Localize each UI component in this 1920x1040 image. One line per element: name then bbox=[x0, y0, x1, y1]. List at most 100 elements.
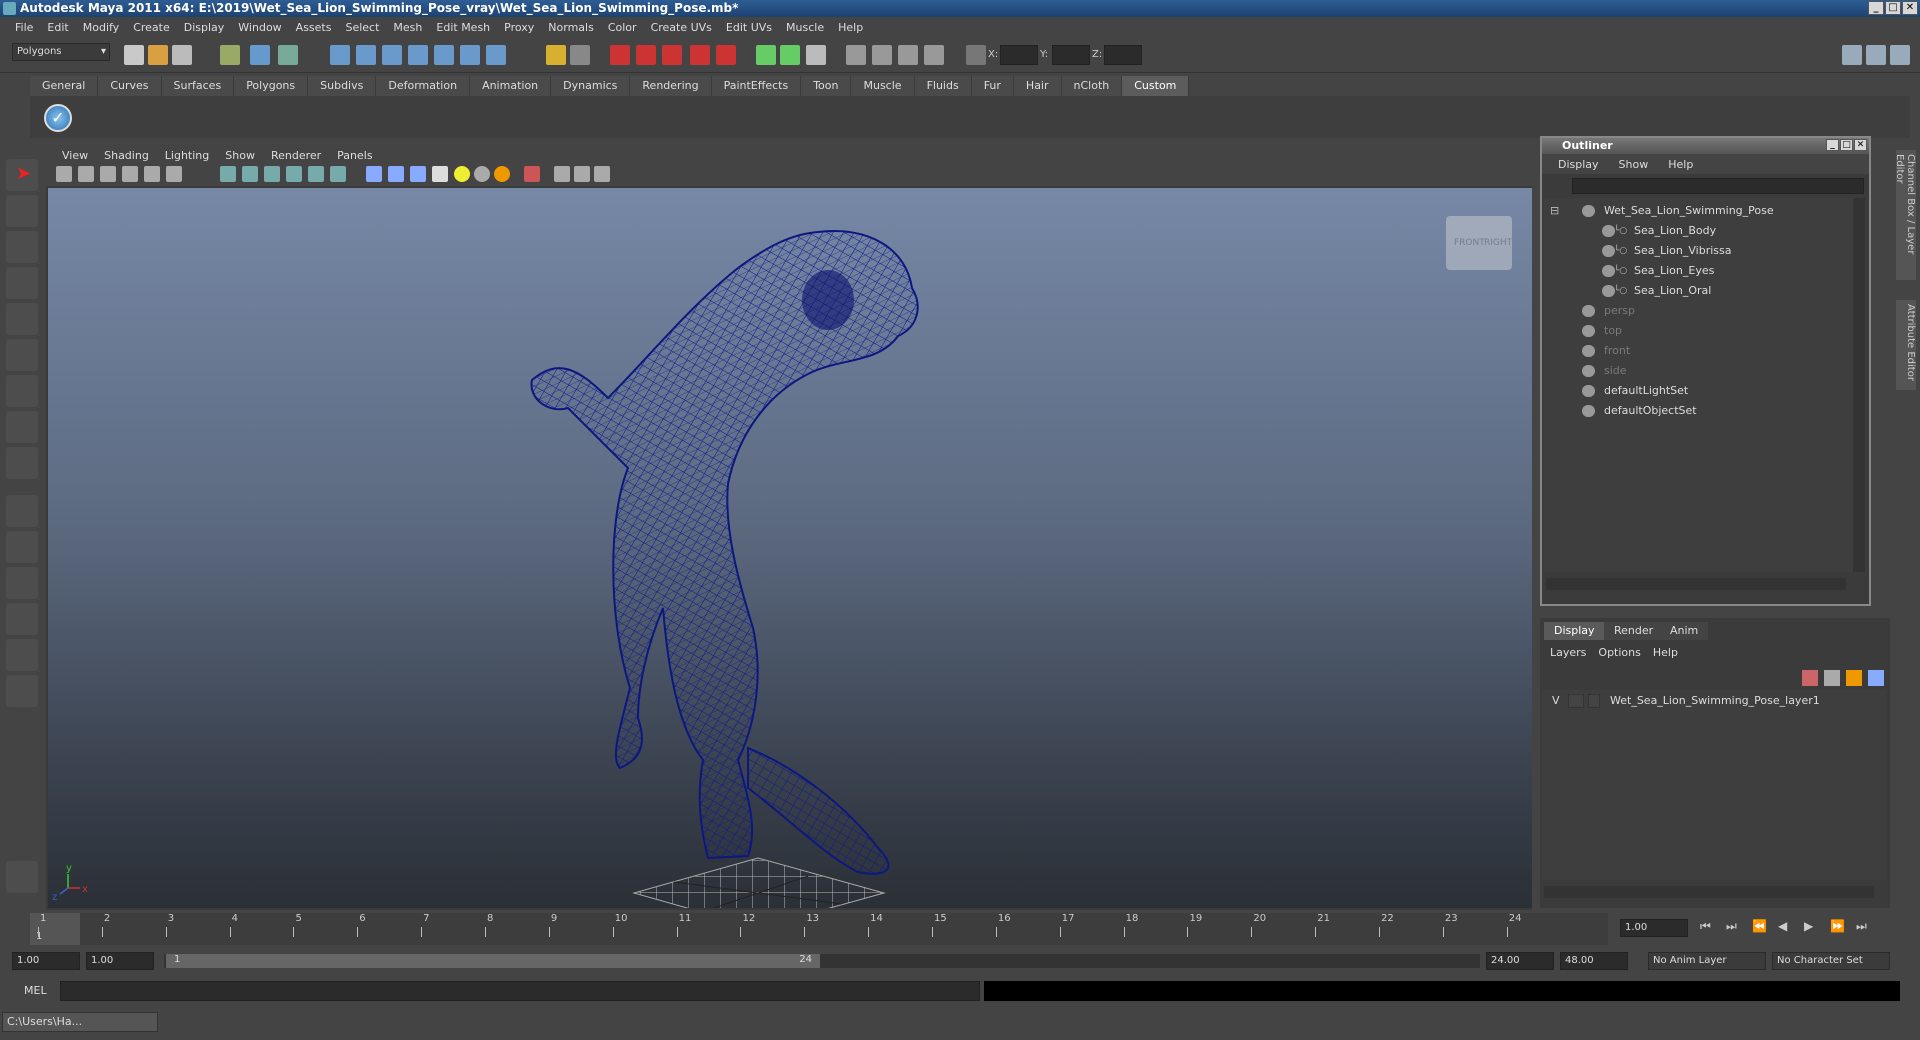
default-lighting-icon[interactable] bbox=[330, 166, 346, 182]
viewport-scene[interactable]: y x z FRONT RIGHT bbox=[48, 188, 1532, 908]
channel-box-side-tab[interactable]: Channel Box / Layer Editor bbox=[1894, 150, 1916, 280]
shelf-tab-painteffects[interactable]: PaintEffects bbox=[711, 76, 802, 96]
expand-toggle-icon[interactable]: ⊟ bbox=[1550, 202, 1559, 220]
outliner-item[interactable]: defaultLightSet bbox=[1544, 382, 1844, 400]
layer-tab-display[interactable]: Display bbox=[1544, 622, 1605, 640]
smooth-shading-icon[interactable] bbox=[242, 166, 258, 182]
go-to-start-icon[interactable]: ⏮ bbox=[1700, 919, 1720, 934]
outliner-item[interactable]: └○ Sea_Lion_Eyes bbox=[1544, 262, 1844, 280]
new-layer-icon[interactable] bbox=[1802, 670, 1818, 686]
playback-start-field[interactable]: 1.00 bbox=[86, 952, 154, 970]
menu-set-dropdown[interactable]: Polygons ▾ bbox=[12, 43, 110, 61]
outliner-item[interactable]: ⊟ Wet_Sea_Lion_Swimming_Pose bbox=[1544, 202, 1844, 220]
layer-sort-icon[interactable] bbox=[1868, 670, 1884, 686]
layer-menu-layers[interactable]: Layers bbox=[1544, 644, 1592, 662]
menu-muscle[interactable]: Muscle bbox=[779, 21, 831, 34]
snap-curve-icon[interactable] bbox=[356, 45, 376, 65]
shelf-tab-toon[interactable]: Toon bbox=[801, 76, 852, 96]
x-field[interactable] bbox=[1000, 45, 1038, 65]
menu-edit[interactable]: Edit bbox=[40, 21, 75, 34]
menu-mesh[interactable]: Mesh bbox=[386, 21, 429, 34]
z-field[interactable] bbox=[1104, 45, 1142, 65]
shelf-tab-fluids[interactable]: Fluids bbox=[914, 76, 972, 96]
step-back-frame-icon[interactable]: ⏪ bbox=[1752, 919, 1772, 934]
bookmark-icon[interactable] bbox=[100, 166, 116, 182]
layer-row[interactable]: V Wet_Sea_Lion_Swimming_Pose_layer1 bbox=[1542, 692, 1882, 710]
single-pane-layout-icon[interactable] bbox=[6, 495, 38, 527]
render-view-icon[interactable] bbox=[716, 45, 736, 65]
rotate-tool-icon[interactable] bbox=[6, 303, 38, 335]
range-handle[interactable]: 1 24 bbox=[166, 954, 820, 968]
select-component-icon[interactable] bbox=[278, 45, 298, 65]
save-scene-icon[interactable] bbox=[172, 45, 192, 65]
film-gate-icon[interactable] bbox=[166, 166, 182, 182]
go-to-end-icon[interactable]: ⏭ bbox=[1856, 919, 1876, 934]
hypershade-icon[interactable] bbox=[690, 45, 710, 65]
move-transform-icon[interactable] bbox=[966, 45, 986, 65]
menu-edit-mesh[interactable]: Edit Mesh bbox=[429, 21, 497, 34]
camera-attr-icon[interactable] bbox=[78, 166, 94, 182]
input-line-icon[interactable] bbox=[756, 45, 776, 65]
mel-label[interactable]: MEL bbox=[24, 984, 47, 997]
outliner-layout-icon[interactable] bbox=[6, 567, 38, 599]
viewport-menu-show[interactable]: Show bbox=[217, 149, 263, 162]
new-scene-icon[interactable] bbox=[124, 45, 144, 65]
animation-start-field[interactable]: 1.00 bbox=[12, 952, 80, 970]
step-back-key-icon[interactable]: ⏭ bbox=[1726, 919, 1746, 934]
shelf-tab-muscle[interactable]: Muscle bbox=[851, 76, 915, 96]
shelf-tab-deformation[interactable]: Deformation bbox=[376, 76, 471, 96]
persp-graph-layout-icon[interactable] bbox=[6, 675, 38, 707]
make-live-icon[interactable] bbox=[434, 45, 454, 65]
view-cube[interactable]: FRONT RIGHT bbox=[1446, 216, 1512, 270]
outliner-minimize-button[interactable]: _ bbox=[1826, 139, 1839, 151]
layer-tab-render[interactable]: Render bbox=[1604, 622, 1664, 640]
outliner-menu-help[interactable]: Help bbox=[1658, 158, 1703, 171]
menu-select[interactable]: Select bbox=[338, 21, 386, 34]
last-tool-icon[interactable] bbox=[6, 447, 38, 479]
ipr-render-icon[interactable] bbox=[636, 45, 656, 65]
menu-create-uvs[interactable]: Create UVs bbox=[644, 21, 719, 34]
hud-icon[interactable] bbox=[524, 166, 540, 182]
menu-edit-uvs[interactable]: Edit UVs bbox=[719, 21, 779, 34]
viewport-menu-view[interactable]: View bbox=[54, 149, 96, 162]
shelf-tab-curves[interactable]: Curves bbox=[98, 76, 162, 96]
shelf-tab-subdivs[interactable]: Subdivs bbox=[308, 76, 377, 96]
outliner-item[interactable]: defaultObjectSet bbox=[1544, 402, 1844, 420]
toggle-layout-icon[interactable] bbox=[1842, 45, 1862, 65]
lock-icon[interactable] bbox=[546, 45, 566, 65]
open-scene-icon[interactable] bbox=[148, 45, 168, 65]
new-layer-selected-icon[interactable] bbox=[1824, 670, 1840, 686]
viewport-menu-renderer[interactable]: Renderer bbox=[263, 149, 329, 162]
layer-playback-toggle[interactable] bbox=[1568, 694, 1584, 708]
four-pane-layout-icon[interactable] bbox=[6, 531, 38, 563]
shelf-tab-ncloth[interactable]: nCloth bbox=[1061, 76, 1123, 96]
menu-display[interactable]: Display bbox=[177, 21, 232, 34]
command-input[interactable] bbox=[60, 981, 980, 1001]
soft-mod-tool-icon[interactable] bbox=[6, 411, 38, 443]
image-plane-icon[interactable] bbox=[122, 166, 138, 182]
select-hierarchy-icon[interactable] bbox=[220, 45, 240, 65]
outliner-item[interactable]: └○ Sea_Lion_Oral bbox=[1544, 282, 1844, 300]
shelf-tab-general[interactable]: General bbox=[30, 76, 99, 96]
shelf-tab-fur[interactable]: Fur bbox=[971, 76, 1014, 96]
play-backward-icon[interactable]: ◀ bbox=[1778, 919, 1798, 934]
shelf-tab-rendering[interactable]: Rendering bbox=[630, 76, 712, 96]
outliner-item[interactable]: └○ Sea_Lion_Vibrissa bbox=[1544, 242, 1844, 260]
render-settings-icon[interactable] bbox=[662, 45, 682, 65]
render-icon[interactable] bbox=[610, 45, 630, 65]
anim-layer-dropdown[interactable]: No Anim Layer bbox=[1648, 952, 1766, 970]
help-icon[interactable] bbox=[486, 45, 506, 65]
safe-action-icon[interactable] bbox=[574, 166, 590, 182]
shelf-tab-surfaces[interactable]: Surfaces bbox=[161, 76, 235, 96]
shadow-sphere-icon[interactable] bbox=[474, 166, 490, 182]
menu-color[interactable]: Color bbox=[601, 21, 644, 34]
step-forward-frame-icon[interactable]: ⏩ bbox=[1830, 919, 1850, 934]
close-button[interactable]: ✕ bbox=[1902, 1, 1918, 15]
move-tool-icon[interactable] bbox=[6, 267, 38, 299]
playback-end-field[interactable]: 24.00 bbox=[1486, 952, 1554, 970]
outliner-search-field[interactable] bbox=[1572, 178, 1864, 194]
menu-normals[interactable]: Normals bbox=[541, 21, 601, 34]
history-icon[interactable] bbox=[460, 45, 480, 65]
selection-mask-icon[interactable] bbox=[570, 45, 590, 65]
viewport-icon[interactable] bbox=[872, 45, 892, 65]
